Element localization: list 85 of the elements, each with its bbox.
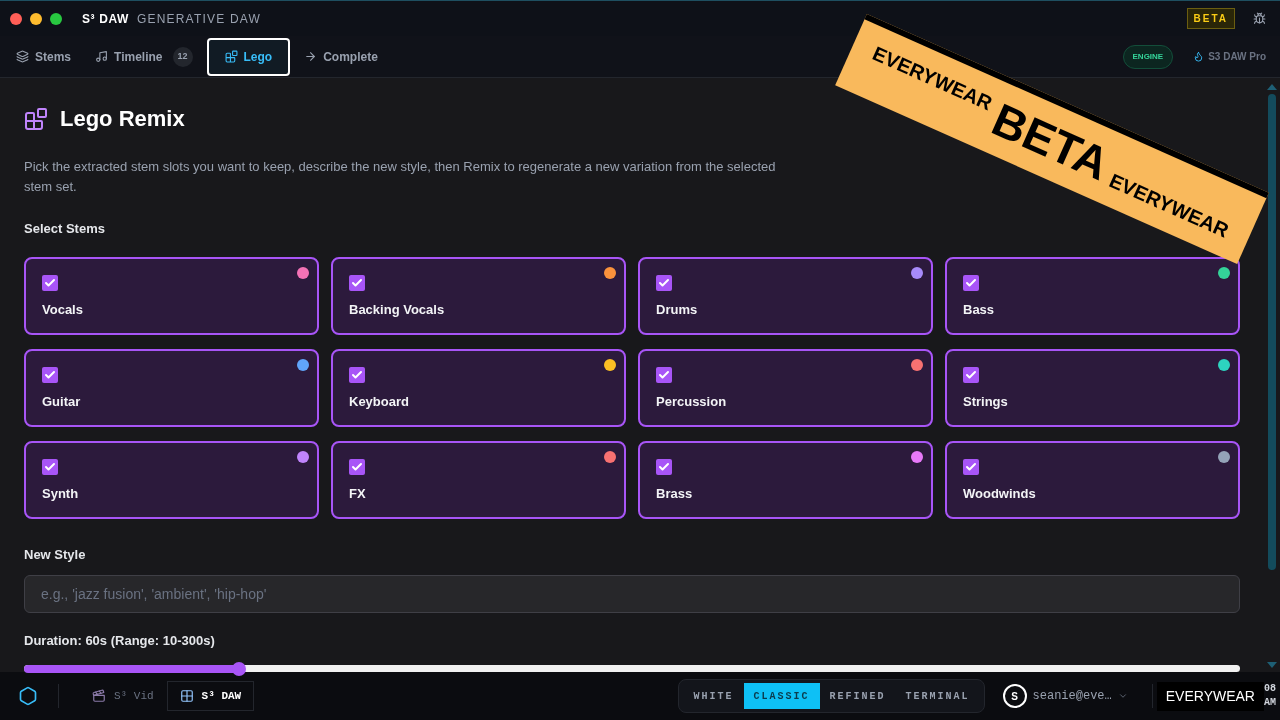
plan-label: S3 DAW Pro	[1208, 50, 1266, 64]
check-icon	[658, 368, 670, 381]
slider-thumb[interactable]	[232, 661, 247, 676]
checkbox[interactable]	[349, 366, 365, 383]
stem-card[interactable]: Drums	[638, 256, 933, 335]
checkbox[interactable]	[349, 458, 365, 475]
arrow-right-icon	[304, 50, 318, 63]
stem-card[interactable]: Guitar	[24, 348, 319, 427]
style-input-field[interactable]: e.g., 'jazz fusion', 'ambient', 'hip-hop'	[24, 575, 1240, 614]
theme-option[interactable]: REFINED	[819, 683, 896, 709]
hexagon-icon[interactable]	[18, 686, 38, 706]
stem-card[interactable]: Vocals	[24, 256, 319, 335]
stem-name: Brass	[656, 484, 694, 503]
checkbox[interactable]	[963, 274, 979, 291]
stem-name: Drums	[656, 300, 699, 319]
flame-icon	[1193, 51, 1205, 62]
checkbox[interactable]	[963, 366, 979, 383]
checkbox[interactable]	[42, 274, 58, 291]
page-description: Pick the extracted stem slots you want to keep, describe the new style, then Remix to regenerate a new variation from the selected stem set.	[24, 158, 777, 196]
check-icon	[351, 368, 363, 381]
stem-name: Synth	[42, 484, 80, 503]
checkbox[interactable]	[656, 366, 672, 383]
checkbox[interactable]	[42, 366, 58, 383]
beta-badge: BETA	[1186, 8, 1235, 29]
check-icon	[44, 460, 56, 473]
music-note-icon	[95, 50, 109, 63]
stem-card[interactable]: Backing Vocals	[331, 256, 626, 335]
app-subtitle: GENERATIVE DAW	[136, 10, 262, 28]
engine-badge: ENGINE	[1122, 44, 1174, 69]
check-icon	[44, 368, 56, 381]
clapperboard-icon	[92, 689, 106, 703]
check-icon	[351, 460, 363, 473]
stem-name: Strings	[963, 392, 1009, 411]
stem-name: Guitar	[42, 392, 82, 411]
stem-name: Bass	[963, 300, 996, 319]
page-title: Lego Remix	[60, 105, 185, 133]
tab[interactable]: Lego	[206, 37, 291, 76]
clock-text: AM	[1264, 696, 1276, 710]
stem-card[interactable]: FX	[331, 440, 626, 519]
blocks-icon	[224, 50, 238, 63]
check-icon	[965, 368, 977, 381]
stem-card[interactable]: Percussion	[638, 348, 933, 427]
checkbox[interactable]	[656, 274, 672, 291]
checkbox[interactable]	[42, 458, 58, 475]
bug-icon[interactable]	[1253, 12, 1266, 25]
count-badge: 12	[172, 46, 193, 67]
checkbox[interactable]	[963, 458, 979, 475]
check-icon	[44, 276, 56, 289]
stem-card[interactable]: Keyboard	[331, 348, 626, 427]
user-email[interactable]: seanie@eve…	[1032, 687, 1112, 705]
app-name: S³ DAW	[82, 10, 129, 28]
duration-label: Duration: 60s (Range: 10-300s)	[24, 632, 216, 651]
check-icon	[658, 460, 670, 473]
brand-badge: EVERYWEAR	[1156, 681, 1264, 711]
grid-icon	[179, 689, 194, 703]
stem-name: Percussion	[656, 392, 728, 411]
check-icon	[351, 276, 363, 289]
checkbox[interactable]	[656, 458, 672, 475]
stem-card[interactable]: Bass	[945, 256, 1240, 335]
check-icon	[965, 276, 977, 289]
theme-option[interactable]: WHITE	[683, 683, 744, 709]
check-icon	[658, 276, 670, 289]
blocks-icon	[24, 106, 48, 131]
stem-card[interactable]: Strings	[945, 348, 1240, 427]
stem-name: Woodwinds	[963, 484, 1037, 503]
stem-card[interactable]: Woodwinds	[945, 440, 1240, 519]
tab[interactable]: Stems	[6, 37, 82, 76]
check-icon	[965, 460, 977, 473]
user-avatar[interactable]: S	[1002, 684, 1027, 708]
stem-name: FX	[349, 484, 367, 503]
tab[interactable]: Timeline 12	[85, 37, 203, 76]
theme-option[interactable]: CLASSIC	[743, 683, 820, 709]
layers-icon	[16, 50, 29, 63]
stem-name: Backing Vocals	[349, 300, 446, 319]
tab[interactable]: Complete	[294, 37, 388, 76]
stem-card[interactable]: Brass	[638, 440, 933, 519]
stem-card[interactable]: Synth	[24, 440, 319, 519]
checkbox[interactable]	[349, 274, 365, 291]
taskbar-app[interactable]: S³ Vid	[79, 681, 167, 711]
clock-text: 08	[1264, 682, 1276, 696]
theme-option[interactable]: TERMINAL	[895, 683, 980, 709]
taskbar-app[interactable]: S³ DAW	[166, 681, 255, 711]
stem-name: Vocals	[42, 300, 84, 319]
section-label: New Style	[24, 545, 87, 564]
stem-name: Keyboard	[349, 392, 410, 411]
